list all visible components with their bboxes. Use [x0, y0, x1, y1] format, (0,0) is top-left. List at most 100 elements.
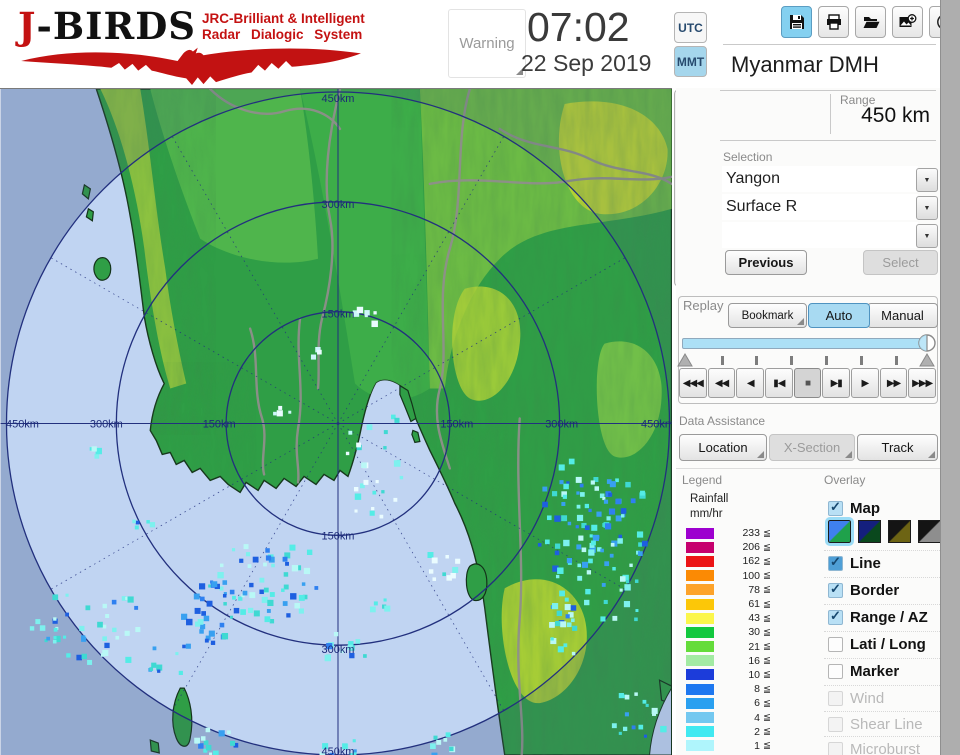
legend-swatch — [686, 712, 714, 724]
legend-swatch — [686, 683, 714, 695]
transport-button-1[interactable]: ◀◀ — [707, 368, 736, 398]
legend-row: 100 ≦ — [686, 569, 778, 583]
transport-button-3[interactable]: ▮◀ — [765, 368, 793, 398]
checkbox[interactable] — [828, 741, 843, 755]
bookmark-button[interactable]: Bookmark — [728, 303, 807, 328]
clock-date: 22 Sep 2019 — [521, 50, 652, 76]
add-image-button[interactable] — [892, 6, 923, 38]
print-icon — [826, 14, 841, 30]
jbirds-app: J-BIRDS JRC-Brilliant & Intelligent Rada… — [0, 0, 960, 755]
utc-button[interactable]: UTC — [674, 12, 707, 43]
legend-suffix-icon: ≦ — [763, 555, 771, 567]
overlay-item-map[interactable]: ✓ Map — [824, 496, 942, 520]
transport-button-0[interactable]: ◀◀◀ — [679, 368, 707, 398]
legend-swatch — [686, 669, 714, 681]
legend-suffix-icon: ≦ — [763, 669, 771, 681]
transport-button-4[interactable]: ■ — [793, 368, 822, 398]
overlay-label: Marker — [850, 662, 900, 680]
checkbox[interactable] — [828, 663, 843, 679]
checkbox[interactable]: ✓ — [828, 499, 843, 516]
legend-value: 206 — [742, 541, 760, 554]
selection-product-value: Surface R — [726, 198, 798, 215]
map-style-button-1[interactable] — [858, 520, 881, 543]
checkbox[interactable]: ✓ — [828, 581, 843, 598]
overlay-label: Shear Line — [850, 715, 923, 733]
overlay-item-line[interactable]: ✓ Line — [824, 550, 942, 575]
panel-scrollbar[interactable]: ◀ — [940, 0, 960, 755]
checkbox[interactable] — [828, 716, 843, 732]
open-folder-button[interactable] — [855, 6, 886, 38]
overlay-item-lati-long[interactable]: Lati / Long — [824, 631, 942, 656]
previous-button[interactable]: Previous — [725, 250, 807, 275]
check-icon: ✓ — [830, 553, 841, 569]
checkbox[interactable] — [828, 636, 843, 652]
slider-tick — [755, 356, 758, 365]
legend-swatch — [686, 541, 714, 553]
legend-suffix-icon: ≦ — [763, 584, 771, 596]
header-divider — [723, 44, 936, 45]
slider-tick — [721, 356, 724, 365]
checkbox[interactable]: ✓ — [828, 553, 843, 571]
legend-suffix-icon: ≦ — [763, 740, 771, 752]
legend-row: 1 ≦ — [686, 739, 778, 753]
legend-swatch — [686, 697, 714, 709]
overlay-item-microburst[interactable]: Microburst — [824, 736, 942, 755]
legend-swatch — [686, 612, 714, 624]
ring-label: 450km — [322, 93, 355, 105]
legend-quantity: Rainfall — [690, 493, 729, 505]
legend-swatch — [686, 726, 714, 738]
legend-value: 2 — [754, 725, 760, 738]
checkbox[interactable]: ✓ — [828, 608, 843, 625]
toolbar: ? — [781, 6, 960, 38]
transport-button-2[interactable]: ◀ — [736, 368, 765, 398]
legend-suffix-icon: ≦ — [763, 612, 771, 624]
auto-button[interactable]: Auto — [808, 303, 870, 328]
selection-site-value: Yangon — [726, 170, 780, 187]
ring-label: 150km — [440, 418, 473, 430]
print-button[interactable] — [818, 6, 849, 38]
slider-tick — [790, 356, 793, 365]
legend-swatch — [686, 655, 714, 667]
overlay-item-range-az[interactable]: ✓ Range / AZ — [824, 604, 942, 629]
station-name: Myanmar DMH — [731, 52, 879, 77]
legend-swatch — [686, 641, 714, 653]
slider-start-marker[interactable] — [677, 353, 693, 367]
selection-label: Selection — [723, 150, 773, 164]
data-assistance-label: Data Assistance — [679, 414, 766, 428]
overlay-item-wind[interactable]: Wind — [824, 685, 942, 710]
warning-button[interactable]: Warning — [448, 9, 526, 78]
overlay-label: Lati / Long — [850, 635, 926, 653]
jbirds-logo: J-BIRDS JRC-Brilliant & Intelligent Rada… — [10, 2, 370, 86]
map-style-button-2[interactable] — [888, 520, 911, 543]
map-style-button-3[interactable] — [918, 520, 941, 543]
legend-swatch — [686, 626, 714, 638]
legend-row: 21 ≦ — [686, 640, 778, 654]
location-button[interactable]: Location — [679, 434, 767, 461]
ring-label: 450km — [641, 418, 672, 430]
legend-title: Legend — [682, 473, 723, 487]
legend-value: 78 — [748, 583, 760, 596]
overlay-label: Line — [850, 554, 881, 572]
legend-value: 100 — [742, 569, 760, 582]
radar-map[interactable]: 450km 300km 150km 150km 300km 450km 450km 300km… — [0, 87, 674, 755]
open-folder-icon — [863, 17, 879, 28]
clock-time: 07:02 — [527, 4, 630, 50]
save-button[interactable] — [781, 6, 812, 38]
dropdown-corner-icon — [797, 318, 804, 325]
checkbox[interactable] — [828, 690, 843, 706]
map-style-button-0[interactable] — [825, 517, 854, 546]
eagle-icon — [21, 47, 361, 86]
overlay-item-shear-line[interactable]: Shear Line — [824, 711, 942, 736]
legend-value: 162 — [742, 555, 760, 568]
mmt-button[interactable]: MMT — [674, 46, 707, 77]
legend-row: 30 ≦ — [686, 625, 778, 639]
legend-row: 162 ≦ — [686, 554, 778, 568]
legend-unit: mm/hr — [690, 508, 723, 520]
overlay-item-marker[interactable]: Marker — [824, 658, 942, 683]
legend-suffix-icon: ≦ — [763, 683, 771, 695]
overlay-item-border[interactable]: ✓ Border — [824, 577, 942, 602]
ring-label: 300km — [322, 644, 355, 656]
legend-swatch — [686, 527, 714, 539]
dropdown-corner-icon — [757, 451, 764, 458]
legend-value: 16 — [748, 654, 760, 667]
